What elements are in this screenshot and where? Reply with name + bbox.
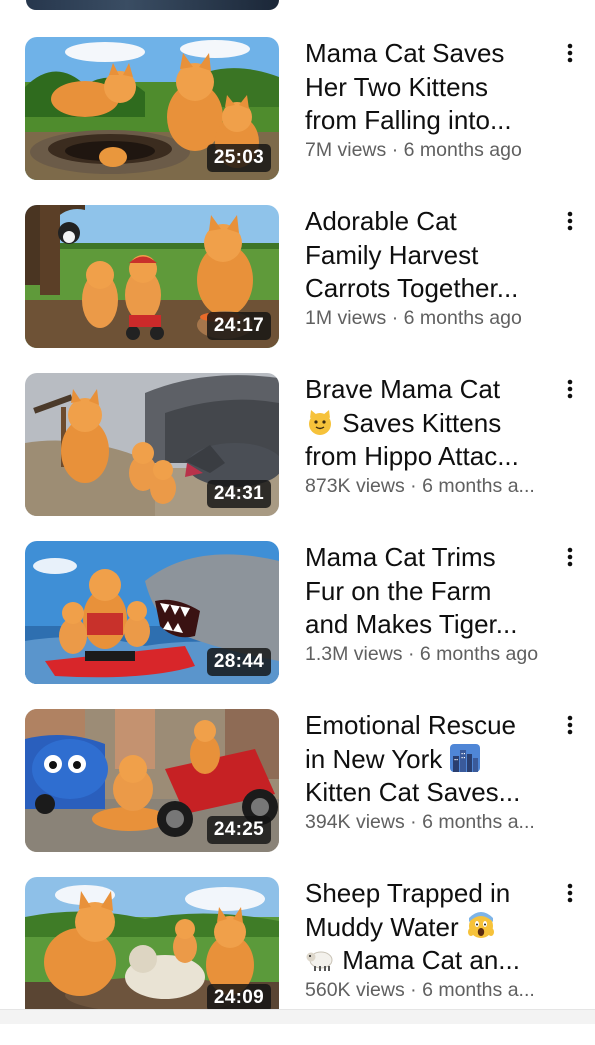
upload-age: 6 months a... bbox=[422, 810, 535, 833]
video-thumbnail[interactable]: 28:44 bbox=[25, 541, 279, 684]
video-title-line: Kitten Cat Saves... bbox=[305, 777, 521, 807]
video-title-line: Mama Cat an... bbox=[342, 945, 520, 975]
screaming-face-emoji bbox=[467, 911, 494, 938]
video-title-line: Carrots Together... bbox=[305, 273, 519, 303]
video-info[interactable]: Brave Mama Cat Saves Kittens from Hippo … bbox=[305, 373, 567, 498]
video-info[interactable]: Emotional Rescue in New York Kitten Cat … bbox=[305, 709, 567, 834]
video-title-line: from Hippo Attac... bbox=[305, 441, 519, 471]
video-title-line-with-emoji: Mama Cat an... bbox=[305, 944, 567, 978]
video-thumbnail[interactable]: 25:03 bbox=[25, 37, 279, 180]
video-duration: 24:25 bbox=[206, 816, 271, 844]
video-duration: 24:09 bbox=[206, 984, 271, 1012]
video-title-line: Sheep Trapped in bbox=[305, 878, 511, 908]
more-vertical-icon[interactable] bbox=[558, 545, 582, 569]
sheep-emoji bbox=[306, 951, 333, 971]
video-metadata: 394K views · 6 months a... bbox=[305, 810, 567, 834]
video-thumbnail[interactable]: 24:17 bbox=[25, 205, 279, 348]
video-feed: 25:03 Mama Cat Saves Her Two Kittens fro… bbox=[0, 37, 595, 1045]
meta-separator: · bbox=[407, 642, 415, 665]
meta-separator: · bbox=[391, 138, 399, 161]
city-skyline-emoji bbox=[449, 743, 480, 772]
video-item[interactable]: 28:44 Mama Cat Trims Fur on the Farm and… bbox=[0, 541, 595, 709]
video-title[interactable]: Adorable Cat Family Harvest Carrots Toge… bbox=[305, 205, 567, 306]
video-info[interactable]: Sheep Trapped in Muddy Water Mama Cat an… bbox=[305, 877, 567, 1002]
video-title[interactable]: Emotional Rescue in New York Kitten Cat … bbox=[305, 709, 567, 810]
video-metadata: 1M views · 6 months ago bbox=[305, 306, 567, 330]
video-title[interactable]: Sheep Trapped in Muddy Water Mama Cat an… bbox=[305, 877, 567, 978]
video-title-line: in New York bbox=[305, 743, 443, 774]
video-thumbnail[interactable]: 24:25 bbox=[25, 709, 279, 852]
video-thumbnail[interactable]: 24:09 bbox=[25, 877, 279, 1020]
video-duration: 28:44 bbox=[206, 648, 271, 676]
video-info[interactable]: Mama Cat Saves Her Two Kittens from Fall… bbox=[305, 37, 567, 162]
video-title[interactable]: Brave Mama Cat Saves Kittens from Hippo … bbox=[305, 373, 567, 474]
video-info[interactable]: Adorable Cat Family Harvest Carrots Toge… bbox=[305, 205, 567, 330]
previous-video-thumbnail-edge[interactable] bbox=[26, 0, 279, 10]
video-info[interactable]: Mama Cat Trims Fur on the Farm and Makes… bbox=[305, 541, 567, 666]
video-title-line: Mama Cat Saves bbox=[305, 38, 505, 68]
video-title-line: from Falling into... bbox=[305, 105, 512, 135]
video-title-line: and Makes Tiger... bbox=[305, 609, 518, 639]
view-count: 873K views bbox=[305, 474, 405, 497]
cat-face-emoji bbox=[309, 409, 331, 435]
video-title-line: Fur on the Farm bbox=[305, 575, 492, 606]
more-vertical-icon[interactable] bbox=[558, 209, 582, 233]
more-vertical-icon[interactable] bbox=[558, 377, 582, 401]
view-count: 1.3M views bbox=[305, 642, 403, 665]
video-title-line-with-emoji: Saves Kittens bbox=[305, 407, 567, 441]
video-title-line: Emotional Rescue bbox=[305, 710, 516, 740]
video-title[interactable]: Mama Cat Saves Her Two Kittens from Fall… bbox=[305, 37, 567, 138]
view-count: 7M views bbox=[305, 138, 387, 161]
view-count: 394K views bbox=[305, 810, 405, 833]
upload-age: 6 months a... bbox=[422, 978, 535, 1001]
video-title-line: Brave Mama Cat bbox=[305, 374, 501, 404]
video-item[interactable]: 24:31 Brave Mama Cat Saves Kittens from … bbox=[0, 373, 595, 541]
meta-separator: · bbox=[391, 306, 399, 329]
more-vertical-icon[interactable] bbox=[558, 881, 582, 905]
meta-separator: · bbox=[410, 978, 417, 1001]
view-count: 560K views bbox=[305, 978, 405, 1001]
video-thumbnail[interactable]: 24:31 bbox=[25, 373, 279, 516]
upload-age: 6 months ago bbox=[403, 306, 522, 329]
video-title-line: Adorable Cat bbox=[305, 206, 457, 236]
video-title-line-with-emoji: Muddy Water bbox=[305, 911, 567, 945]
upload-age: 6 months ago bbox=[403, 138, 522, 161]
upload-age: 6 months a... bbox=[422, 474, 535, 497]
video-title[interactable]: Mama Cat Trims Fur on the Farm and Makes… bbox=[305, 541, 567, 642]
more-vertical-icon[interactable] bbox=[558, 713, 582, 737]
video-metadata: 7M views · 6 months ago bbox=[305, 138, 567, 162]
video-item[interactable]: 25:03 Mama Cat Saves Her Two Kittens fro… bbox=[0, 37, 595, 205]
view-count: 1M views bbox=[305, 306, 387, 329]
meta-separator: · bbox=[410, 810, 417, 833]
video-item[interactable]: 24:17 Adorable Cat Family Harvest Carrot… bbox=[0, 205, 595, 373]
video-title-line: Saves Kittens bbox=[342, 407, 502, 438]
meta-separator: · bbox=[410, 474, 417, 497]
more-vertical-icon[interactable] bbox=[558, 41, 582, 65]
upload-age: 6 months ago bbox=[419, 642, 539, 665]
video-metadata: 873K views · 6 months a... bbox=[305, 474, 567, 498]
video-duration: 25:03 bbox=[206, 144, 271, 172]
video-metadata: 560K views · 6 months a... bbox=[305, 978, 567, 1002]
video-duration: 24:17 bbox=[206, 312, 271, 340]
video-metadata: 1.3M views · 6 months ago bbox=[305, 642, 567, 666]
video-title-line: Muddy Water bbox=[305, 911, 459, 942]
video-item[interactable]: 24:25 Emotional Rescue in New York Kitte… bbox=[0, 709, 595, 877]
bottom-navigation-bar-edge bbox=[0, 1009, 595, 1024]
video-title-line: Family Harvest bbox=[305, 239, 479, 270]
video-title-line: Her Two Kittens bbox=[305, 71, 489, 102]
video-duration: 24:31 bbox=[206, 480, 271, 508]
video-title-line: Mama Cat Trims bbox=[305, 542, 496, 572]
video-title-line-with-emoji: in New York bbox=[305, 743, 567, 777]
